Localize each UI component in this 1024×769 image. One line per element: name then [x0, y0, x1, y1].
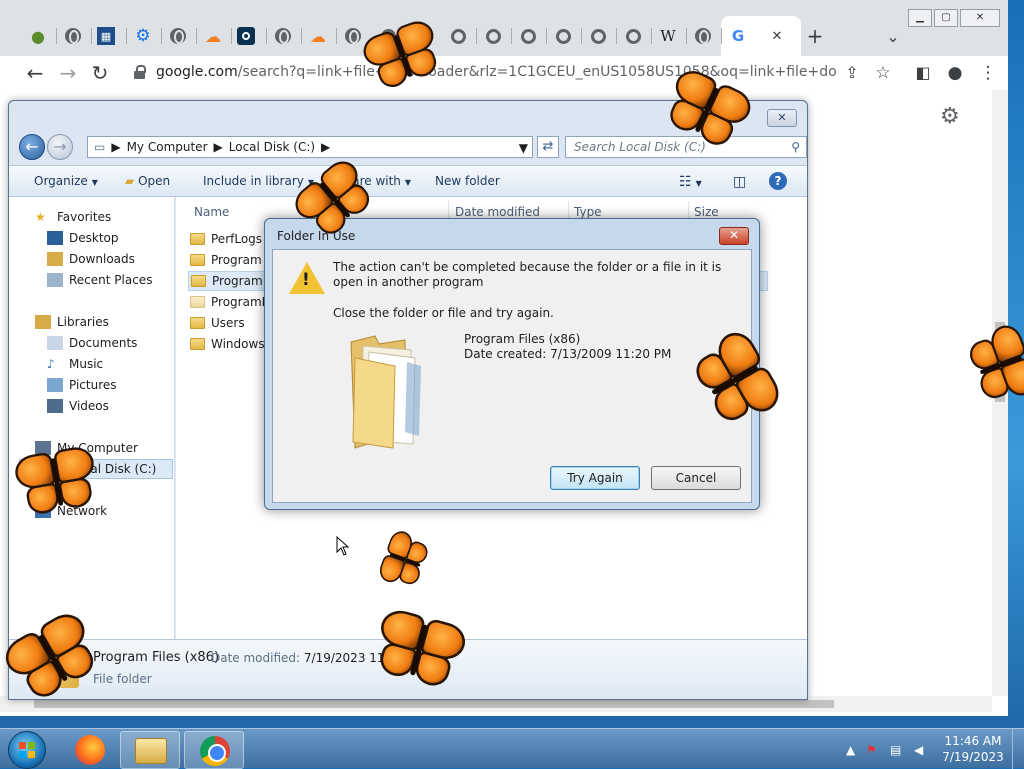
folder-icon: [190, 296, 205, 308]
cancel-button[interactable]: Cancel: [651, 466, 741, 490]
target-icon[interactable]: [237, 27, 255, 45]
large-folder-icon: [350, 335, 421, 449]
globe-icon[interactable]: [692, 25, 714, 47]
dialog-close-button[interactable]: ✕: [719, 227, 749, 245]
chrome-icon: [200, 736, 230, 766]
settings-gear-icon[interactable]: ⚙: [940, 104, 960, 129]
organize-button[interactable]: Organize ▼: [34, 174, 98, 188]
show-desktop-button[interactable]: [1012, 729, 1024, 769]
close-tab-icon[interactable]: ✕: [766, 25, 788, 47]
folder-open-icon: ▰: [125, 174, 135, 188]
clock[interactable]: 11:46 AM 7/19/2023: [940, 733, 1006, 765]
lock-icon[interactable]: [134, 65, 146, 79]
explorer-icon: [135, 738, 167, 764]
show-hidden-icons[interactable]: ▲: [846, 743, 855, 757]
network-icon[interactable]: ▤: [890, 743, 901, 757]
details-name: Program Files (x86): [93, 650, 220, 665]
navigation-pane: ★ Favorites Desktop Downloads Recent Plac…: [9, 197, 175, 639]
search-icon[interactable]: ⚲: [791, 137, 800, 157]
taskbar-firefox[interactable]: [60, 731, 120, 769]
maximize-button[interactable]: ▢: [934, 9, 958, 27]
bookmark-star-icon[interactable]: ☆: [869, 59, 897, 87]
globe-icon[interactable]: [272, 25, 294, 47]
folder-icon: [190, 317, 205, 329]
volume-icon[interactable]: ◀: [914, 743, 923, 757]
back-arrow-icon[interactable]: ←: [21, 59, 49, 87]
frog-icon[interactable]: ●: [27, 25, 49, 47]
folder-icon: [190, 338, 205, 350]
dialog-date-created: Date created: 7/13/2009 11:20 PM: [464, 347, 672, 361]
chart-icon[interactable]: ▦: [97, 27, 115, 45]
breadcrumb-local-disk[interactable]: Local Disk (C:): [229, 140, 315, 154]
wikipedia-icon[interactable]: W: [657, 25, 679, 47]
action-center-icon[interactable]: ⚑: [866, 743, 877, 757]
preview-pane-icon[interactable]: ◫: [733, 174, 746, 190]
column-size[interactable]: Size: [694, 205, 719, 219]
computer-icon: ▭: [94, 140, 106, 154]
file-row[interactable]: Users: [190, 313, 245, 333]
chrome-icon[interactable]: [482, 25, 504, 47]
folder-icon: [191, 275, 206, 287]
column-type[interactable]: Type: [574, 205, 602, 219]
chrome-icon[interactable]: [622, 25, 644, 47]
gear-blue-icon[interactable]: ⚙: [132, 25, 154, 47]
butterfly-icon: [9, 439, 104, 524]
share-icon[interactable]: ⇪: [838, 59, 866, 87]
dialog-message: The action can't be completed because th…: [333, 260, 722, 289]
column-date-modified[interactable]: Date modified: [455, 205, 540, 219]
warning-exclamation: !: [302, 270, 310, 290]
folder-icon: [190, 233, 205, 245]
browser-toolbar: ← → ↻ google.com/search?q=link+file+down…: [0, 56, 1008, 90]
column-name[interactable]: Name: [194, 205, 229, 219]
back-button[interactable]: ←: [19, 134, 45, 160]
reload-icon[interactable]: ↻: [86, 59, 114, 87]
forward-button[interactable]: →: [47, 134, 73, 160]
globe-icon[interactable]: [62, 25, 84, 47]
firefox-icon: [75, 735, 105, 765]
window-controls: ▁ ▢ ✕: [908, 9, 1000, 27]
include-in-library-button[interactable]: Include in library▼: [203, 174, 314, 188]
minimize-button[interactable]: ▁: [908, 9, 932, 27]
breadcrumb-my-computer[interactable]: My Computer: [127, 140, 208, 154]
taskbar: ▲ ⚑ ▤ ◀ 11:46 AM 7/19/2023: [0, 728, 1024, 769]
menu-kebab-icon[interactable]: ⋮: [974, 59, 1002, 87]
new-tab-button[interactable]: +: [804, 24, 826, 48]
cloudflare-icon[interactable]: ☁: [307, 25, 329, 47]
taskbar-explorer[interactable]: [120, 731, 180, 769]
try-again-button[interactable]: Try Again: [550, 466, 640, 490]
globe-icon[interactable]: [167, 25, 189, 47]
tab-search-icon[interactable]: ⌄: [882, 25, 904, 47]
refresh-button[interactable]: ⇄: [537, 136, 559, 158]
google-icon[interactable]: G: [727, 25, 749, 47]
url-text[interactable]: google.com/search?q=link+file+downloader…: [156, 64, 836, 80]
close-window-button[interactable]: ✕: [960, 9, 1000, 27]
chrome-icon[interactable]: [587, 25, 609, 47]
tab-strip: ● ▦ ⚙ ☁ ☁ W G ✕ + ⌄ ▁ ▢ ✕: [0, 0, 1008, 56]
address-dropdown-icon[interactable]: ▼: [519, 141, 528, 155]
dialog-body: ! The action can't be completed because …: [272, 249, 752, 503]
command-bar: Organize▼ ▰ Open Include in library▼ Sha…: [9, 165, 807, 197]
file-row[interactable]: PerfLogs: [190, 229, 262, 249]
profile-avatar-icon[interactable]: ●: [941, 59, 969, 87]
cloudflare-icon[interactable]: ☁: [202, 25, 224, 47]
dialog-folder-name: Program Files (x86): [464, 332, 581, 346]
dialog-hint: Close the folder or file and try again.: [333, 306, 554, 320]
new-folder-button[interactable]: New folder: [435, 174, 500, 188]
help-icon[interactable]: ?: [769, 172, 787, 190]
address-bar[interactable]: google.com/search?q=link+file+downloader…: [122, 59, 864, 87]
open-button[interactable]: ▰ Open: [125, 174, 170, 188]
start-button[interactable]: [8, 731, 46, 769]
view-options-icon[interactable]: ☷ ▼: [679, 174, 702, 190]
chrome-icon[interactable]: [447, 25, 469, 47]
breadcrumb[interactable]: ▭ ▶ My Computer ▶ Local Disk (C:) ▶ ▼: [87, 136, 533, 158]
forward-arrow-icon[interactable]: →: [54, 59, 82, 87]
side-panel-icon[interactable]: ◧: [909, 59, 937, 87]
taskbar-chrome[interactable]: [184, 731, 244, 769]
file-row[interactable]: Windows: [190, 334, 265, 354]
explorer-close-button[interactable]: ✕: [767, 109, 797, 127]
chrome-icon[interactable]: [552, 25, 574, 47]
chrome-icon[interactable]: [517, 25, 539, 47]
folder-icon: [190, 254, 205, 266]
